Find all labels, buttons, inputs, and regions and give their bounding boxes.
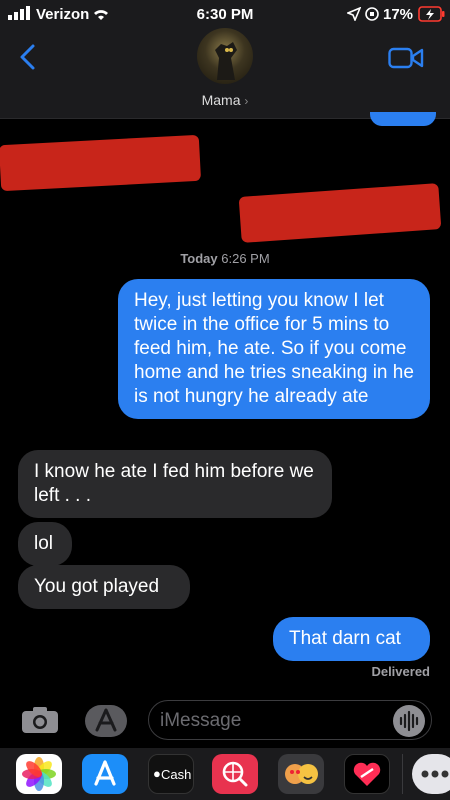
- delivered-status: Delivered: [371, 664, 430, 679]
- app-store-drawer-button[interactable]: [84, 704, 128, 743]
- heart-sticker-icon: [353, 762, 381, 786]
- facetime-video-button[interactable]: [388, 46, 424, 70]
- outgoing-message[interactable]: That darn cat: [273, 617, 430, 661]
- redaction-mark: [238, 183, 442, 243]
- camera-icon: [22, 707, 58, 733]
- conversation-header: Mama ›: [0, 28, 450, 119]
- stickers-app[interactable]: [344, 754, 390, 794]
- timestamp-day: Today: [180, 251, 218, 266]
- lock-rotation-icon: [364, 6, 380, 27]
- timestamp-time: 6:26 PM: [221, 251, 270, 266]
- more-apps-button[interactable]: [412, 754, 450, 794]
- cash-label: Cash: [161, 767, 192, 782]
- chevron-left-icon: [20, 44, 35, 70]
- battery-icon: [418, 6, 446, 27]
- previous-message-bubble: [370, 112, 436, 126]
- photos-app[interactable]: [16, 754, 62, 794]
- outgoing-message[interactable]: Hey, just letting you know I let twice i…: [118, 279, 430, 419]
- memoji-icon: [285, 764, 318, 784]
- contact-name: Mama: [201, 92, 241, 108]
- video-camera-icon: [388, 47, 424, 69]
- camera-button[interactable]: [20, 705, 60, 740]
- web-search-app[interactable]: [212, 754, 258, 794]
- redaction-mark: [0, 134, 202, 192]
- incoming-message[interactable]: I know he ate I fed him before we left .…: [18, 450, 332, 518]
- contact-avatar[interactable]: [197, 28, 253, 84]
- message-input-placeholder: iMessage: [160, 710, 242, 731]
- memoji-app[interactable]: [278, 754, 324, 794]
- chevron-right-icon: ›: [244, 94, 249, 108]
- more-icon: [421, 770, 449, 778]
- audio-message-button[interactable]: [392, 704, 426, 743]
- apps-icon: [85, 705, 127, 737]
- app-store-icon: [94, 760, 116, 786]
- location-icon: [345, 6, 362, 26]
- globe-search-icon: [222, 761, 248, 787]
- apple-cash-app[interactable]: ● Cash: [148, 754, 194, 794]
- incoming-message[interactable]: You got played: [18, 565, 190, 609]
- message-timestamp: Today 6:26 PM: [0, 251, 450, 266]
- photos-icon: [22, 757, 56, 791]
- waveform-icon: [393, 705, 425, 737]
- apple-logo-icon: ●: [153, 766, 161, 781]
- back-button[interactable]: [14, 42, 44, 72]
- incoming-message[interactable]: lol: [18, 522, 72, 566]
- app-store-app[interactable]: [82, 754, 128, 794]
- contact-name-row[interactable]: Mama ›: [0, 92, 450, 108]
- drawer-divider: [402, 754, 403, 794]
- battery-percent: 17%: [383, 6, 414, 23]
